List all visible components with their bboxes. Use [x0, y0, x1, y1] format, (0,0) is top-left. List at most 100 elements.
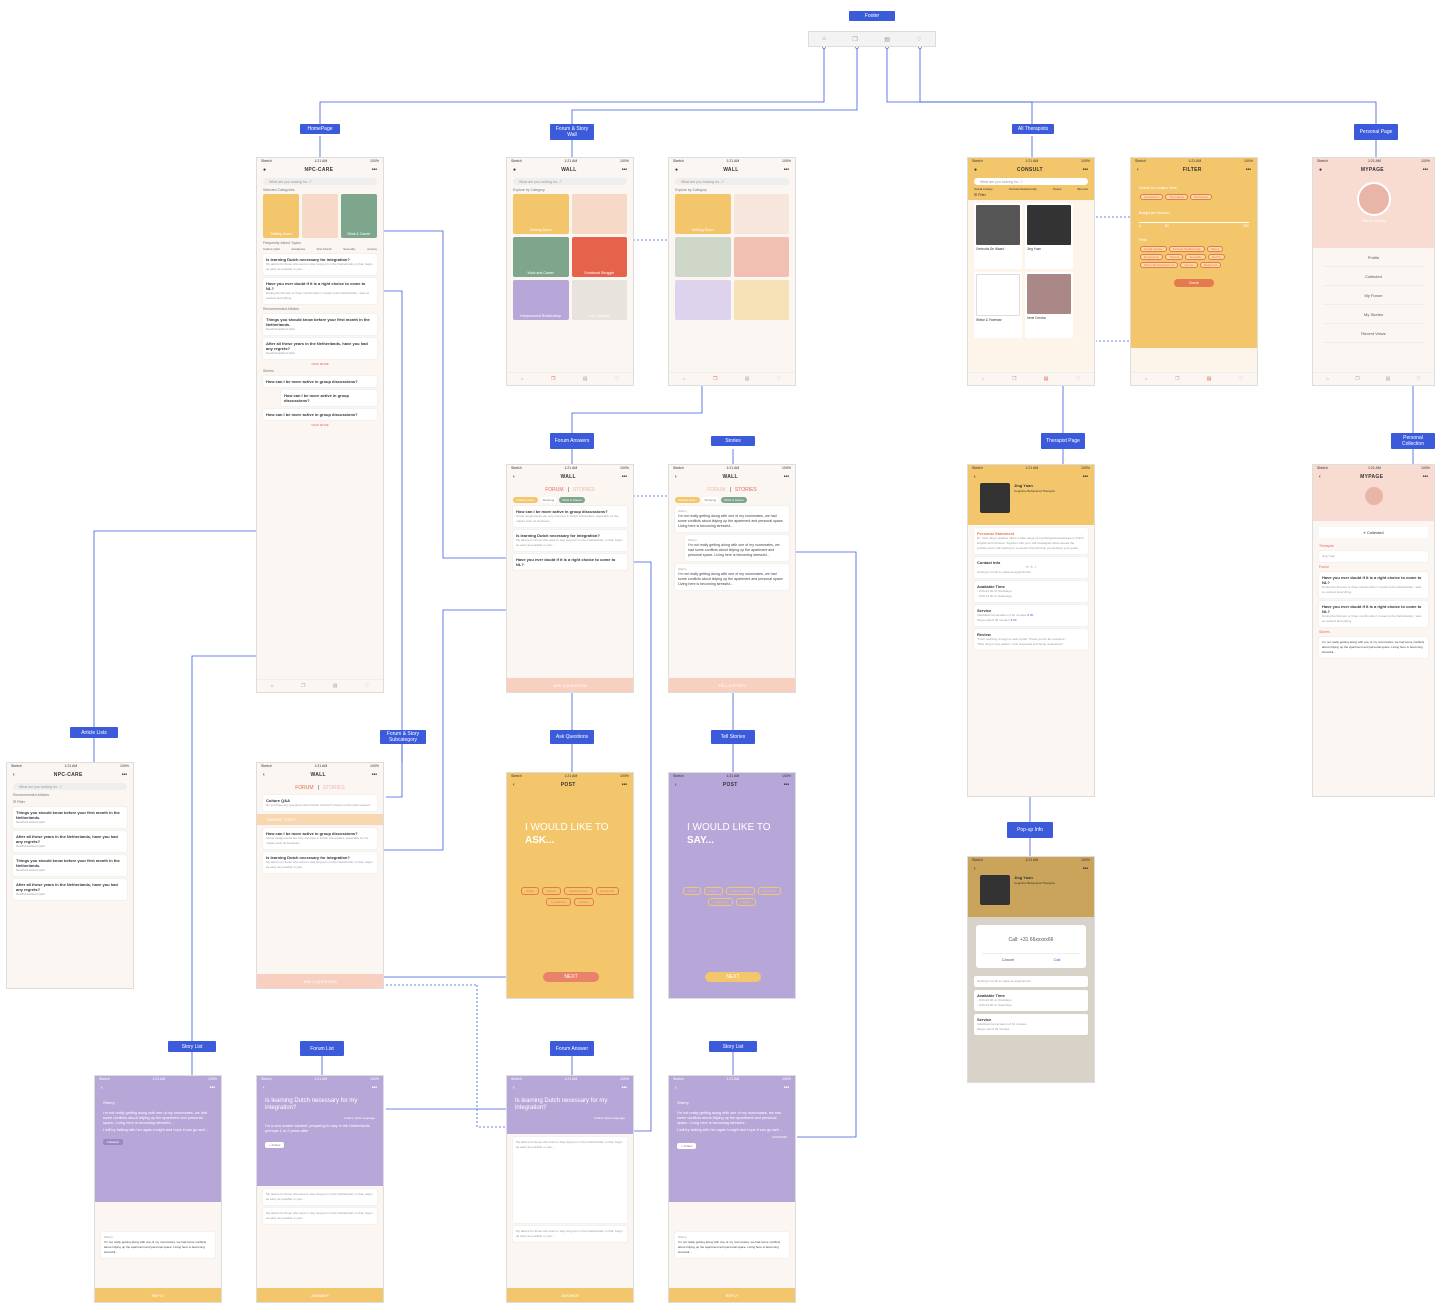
tab-forum[interactable]: FORUM — [295, 785, 313, 791]
filter-button[interactable]: ☰ Filter — [13, 800, 127, 804]
therapist-item[interactable]: Jing Yuan — [1319, 551, 1428, 562]
more-icon[interactable]: ••• — [784, 167, 789, 173]
chip[interactable]: Studying — [539, 497, 558, 503]
heart-icon[interactable]: ♡ — [777, 376, 781, 382]
cancel-button[interactable]: Cancel — [1002, 957, 1014, 962]
category-tile[interactable]: Interpersonal Relationship — [513, 280, 569, 320]
heart-icon[interactable]: ♡ — [916, 36, 921, 43]
email-icon[interactable]: ✉ — [1026, 565, 1029, 569]
ask-question-button[interactable]: ASK A QUESTION — [257, 974, 383, 988]
therapist-icon[interactable]: ▤ — [1386, 376, 1391, 382]
more-icon[interactable]: ••• — [1423, 474, 1428, 480]
therapist-icon[interactable]: ▤ — [333, 683, 338, 689]
view-more-link[interactable]: VIEW MORE — [257, 423, 383, 427]
back-icon[interactable]: ‹ — [974, 474, 976, 480]
more-icon[interactable]: ••• — [372, 1085, 377, 1091]
back-icon[interactable]: ‹ — [263, 1085, 265, 1091]
field-tag[interactable]: Depression — [1140, 254, 1164, 260]
tab-stories[interactable]: STORIES — [573, 487, 595, 493]
list-item[interactable]: Have you ever doubt if it is a right cho… — [1319, 601, 1428, 627]
more-icon[interactable]: ••• — [784, 782, 789, 788]
back-icon[interactable]: ‹ — [675, 1085, 677, 1091]
more-icon[interactable]: ••• — [622, 474, 627, 480]
article-card[interactable]: Things you should know before your first… — [13, 807, 127, 828]
filter-button[interactable]: ☰ Filter — [974, 193, 1088, 200]
answer-card[interactable]: My advice for those who want to stay lon… — [263, 1208, 377, 1224]
article-card[interactable]: After all these years in the Netherlands… — [13, 879, 127, 900]
therapist-icon[interactable]: ▤ — [884, 36, 890, 43]
tab-stories[interactable]: STORIES — [323, 785, 345, 791]
post-prompt[interactable]: I WOULD LIKE TO ASK... — [525, 821, 615, 847]
back-icon[interactable]: ‹ — [974, 866, 976, 872]
category-tile[interactable] — [733, 237, 789, 277]
category-tile[interactable] — [733, 280, 789, 320]
city-tag[interactable]: The Hague — [1165, 194, 1189, 200]
answer-button[interactable]: ANSWER — [257, 1288, 383, 1302]
search-input[interactable]: What are you looking for...? — [513, 178, 627, 185]
post-tag[interactable]: Career — [541, 887, 561, 895]
more-icon[interactable]: ••• — [622, 782, 627, 788]
article-card[interactable]: After all these years in the Netherlands… — [13, 831, 127, 852]
article-card[interactable]: Things you should know before your first… — [263, 314, 377, 335]
filter-tag[interactable]: Stress — [1053, 187, 1062, 191]
subcategory-card[interactable]: Culture Q&A Do you have any questions abo… — [263, 795, 377, 811]
heart-icon[interactable]: ♡ — [615, 376, 619, 382]
therapist-card[interactable]: Jing Yuan — [1025, 203, 1073, 269]
filter-tag[interactable]: Burnout — [1077, 187, 1088, 191]
answer-button[interactable]: ANSWER — [507, 1288, 633, 1302]
category-tile[interactable] — [733, 194, 789, 234]
post-tag[interactable]: Settling Down — [725, 887, 755, 895]
next-button[interactable]: NEXT — [543, 972, 599, 982]
list-item[interactable]: How can I be more active in group discus… — [263, 828, 377, 849]
more-icon[interactable]: ••• — [372, 167, 377, 173]
therapist-card[interactable]: Irene Cendra — [1025, 272, 1073, 338]
tab-forum[interactable]: FORUM — [707, 487, 725, 493]
forum-icon[interactable]: ❐ — [1355, 376, 1359, 382]
list-item[interactable]: Have you ever doubt if it is a right cho… — [1319, 572, 1428, 598]
chip[interactable]: Settling Down — [675, 497, 700, 503]
forum-icon[interactable]: ❐ — [1012, 376, 1016, 382]
post-tag[interactable]: Study — [521, 887, 539, 895]
chip[interactable]: Work & Career — [721, 497, 747, 503]
answer-card[interactable]: My advice for those who want to stay lon… — [263, 1189, 377, 1205]
city-tag[interactable]: Amsterdam — [1140, 194, 1164, 200]
post-tag[interactable]: Anxiety — [735, 898, 756, 906]
forum-icon[interactable]: ❐ — [1175, 376, 1179, 382]
post-prompt[interactable]: I WOULD LIKE TO SAY... — [687, 821, 777, 847]
view-more-link[interactable]: VIEW MORE — [257, 362, 383, 366]
more-icon[interactable]: ••• — [784, 474, 789, 480]
chip[interactable]: Studying — [701, 497, 720, 503]
parent-topic-bar[interactable]: PARENT TOPIC — [257, 814, 383, 825]
post-tag[interactable]: Emotional — [595, 887, 619, 895]
more-icon[interactable]: ••• — [210, 1085, 215, 1091]
post-tag[interactable]: Loneliness — [708, 898, 733, 906]
heart-icon[interactable]: ♡ — [1416, 376, 1420, 382]
filter-tag[interactable]: Intimate Relationship — [1009, 187, 1037, 191]
home-icon[interactable]: ⌂ — [1145, 376, 1148, 382]
heart-icon[interactable]: ♡ — [1239, 376, 1243, 382]
question-tag[interactable]: Language — [612, 1116, 625, 1120]
search-input[interactable]: What are you looking for...? — [675, 178, 789, 185]
menu-profile[interactable]: Profile — [1323, 248, 1424, 267]
question-tag[interactable]: Language — [362, 1116, 375, 1120]
field-tag[interactable]: Social Anxiety — [1140, 246, 1167, 252]
question-tag[interactable]: Culture Q&A — [594, 1116, 611, 1120]
follow-button[interactable]: + Follow — [265, 1142, 285, 1148]
more-icon[interactable]: ••• — [1083, 866, 1088, 872]
field-tag[interactable]: Intimate Relationship — [1168, 246, 1205, 252]
menu-recent-views[interactable]: Recent Views — [1323, 324, 1424, 343]
home-icon[interactable]: ⌂ — [822, 36, 826, 42]
post-tag[interactable]: Anxiety — [573, 898, 594, 906]
more-icon[interactable]: ••• — [372, 772, 377, 778]
list-item[interactable]: Have you ever doubt if it is a right cho… — [513, 554, 627, 570]
answer-card[interactable]: My advice for those who want to stay lon… — [513, 1226, 627, 1242]
phone-icon[interactable]: ✆ — [1030, 565, 1033, 569]
forum-icon[interactable]: ❐ — [301, 683, 305, 689]
category-tile[interactable]: Work and Career — [513, 237, 569, 277]
field-tag[interactable]: Trauma — [1165, 254, 1184, 260]
category-tile[interactable]: Settling Down — [675, 194, 731, 234]
tab-forum[interactable]: FORUM — [545, 487, 563, 493]
more-icon[interactable]: ••• — [622, 1085, 627, 1091]
home-icon[interactable]: ⌂ — [683, 376, 686, 382]
answer-card[interactable]: My advice for those who want to stay lon… — [513, 1137, 627, 1223]
